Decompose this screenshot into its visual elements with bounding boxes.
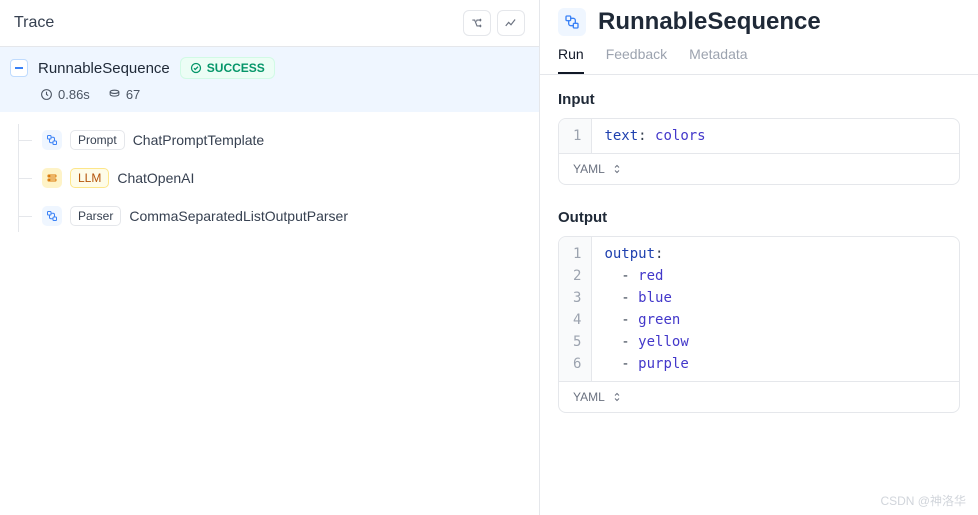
trace-step[interactable]: LLM ChatOpenAI xyxy=(38,162,527,194)
step-name: ChatPromptTemplate xyxy=(133,132,265,148)
detail-title: RunnableSequence xyxy=(598,8,821,36)
llm-icon xyxy=(42,168,62,188)
step-kind: LLM xyxy=(70,168,109,188)
tab-run[interactable]: Run xyxy=(558,46,584,74)
detail-panel: RunnableSequence Run Feedback Metadata Inp… xyxy=(540,0,978,515)
trace-actions xyxy=(463,10,525,36)
tokens-metric: 67 xyxy=(108,87,140,102)
step-name: ChatOpenAI xyxy=(117,170,194,186)
trace-step[interactable]: Prompt ChatPromptTemplate xyxy=(38,124,527,156)
step-kind: Parser xyxy=(70,206,121,226)
check-circle-icon xyxy=(190,62,202,74)
output-gutter: 123456 xyxy=(559,237,592,381)
trace-panel: Trace RunnableSequence SUCCESS 0.86s xyxy=(0,0,540,515)
detail-tabs: Run Feedback Metadata xyxy=(540,38,978,75)
chain-icon xyxy=(42,206,62,226)
trace-root-node[interactable]: RunnableSequence SUCCESS 0.86s 67 xyxy=(0,47,539,112)
step-name: CommaSeparatedListOutputParser xyxy=(129,208,348,224)
input-format-selector[interactable]: YAML xyxy=(559,153,959,184)
trace-title: Trace xyxy=(14,14,54,32)
status-badge: SUCCESS xyxy=(180,57,275,79)
trace-header: Trace xyxy=(0,0,539,47)
trace-tree: Prompt ChatPromptTemplate LLM ChatOpenAI Par… xyxy=(0,112,539,250)
trace-step[interactable]: Parser CommaSeparatedListOutputParser xyxy=(38,200,527,232)
status-text: SUCCESS xyxy=(207,61,265,75)
output-codebox: 123456 output: - red - blue - green - ye… xyxy=(558,236,960,413)
collapse-toggle[interactable] xyxy=(10,59,28,77)
output-label: Output xyxy=(558,209,960,226)
root-node-name: RunnableSequence xyxy=(38,60,170,77)
input-section: Input 1 text: colors YAML xyxy=(540,75,978,193)
metrics: 0.86s 67 xyxy=(10,87,527,102)
step-kind: Prompt xyxy=(70,130,125,150)
input-gutter: 1 xyxy=(559,119,592,153)
chain-icon xyxy=(558,8,586,36)
sort-icon xyxy=(611,162,623,176)
output-format-selector[interactable]: YAML xyxy=(559,381,959,412)
clock-icon xyxy=(40,88,53,101)
token-icon xyxy=(108,88,121,101)
duration-metric: 0.86s xyxy=(40,87,90,102)
input-label: Input xyxy=(558,91,960,108)
input-codebox: 1 text: colors YAML xyxy=(558,118,960,185)
tab-metadata[interactable]: Metadata xyxy=(689,46,747,74)
tab-feedback[interactable]: Feedback xyxy=(606,46,667,74)
sort-icon xyxy=(611,390,623,404)
detail-header: RunnableSequence xyxy=(540,0,978,38)
chain-icon xyxy=(42,130,62,150)
output-code: output: - red - blue - green - yellow - … xyxy=(592,237,700,381)
shuffle-button[interactable] xyxy=(463,10,491,36)
input-code: text: colors xyxy=(592,119,717,153)
output-section: Output 123456 output: - red - blue - gre… xyxy=(540,193,978,421)
stats-button[interactable] xyxy=(497,10,525,36)
